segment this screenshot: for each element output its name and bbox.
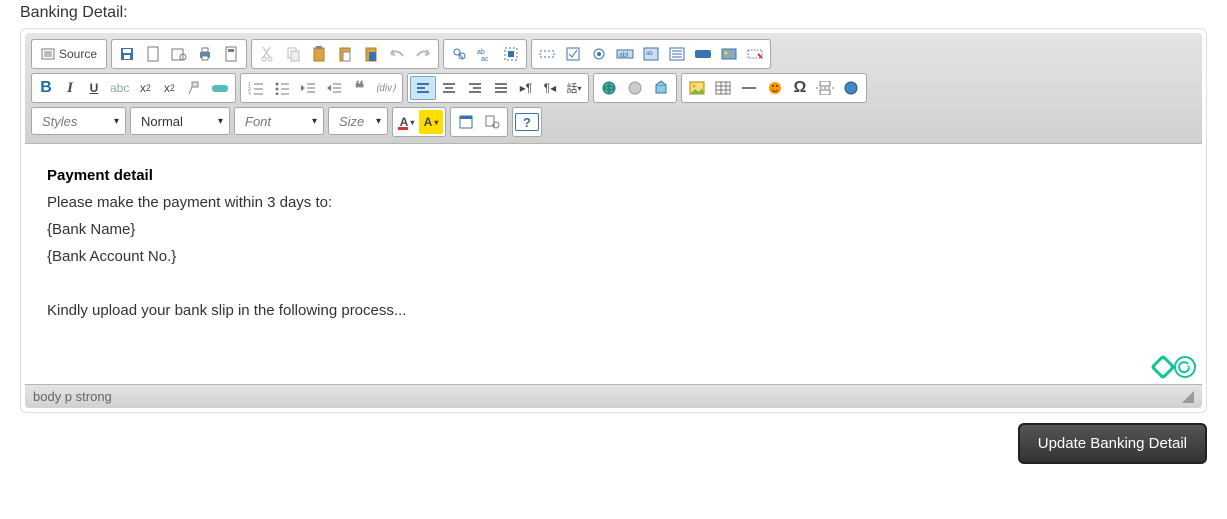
table-icon[interactable] [710,76,736,100]
source-label: Source [59,47,97,61]
select-all-icon[interactable] [498,42,524,66]
grammarly-widget[interactable] [1154,356,1196,378]
superscript-button[interactable]: x2 [157,76,181,100]
paste-text-icon[interactable] [332,42,358,66]
resize-grip[interactable] [1182,391,1194,403]
copy-format-icon[interactable] [181,76,207,100]
rich-text-editor: Source abac [20,28,1207,413]
content-line: Please make the payment within 3 days to… [47,189,1180,216]
text-color-button[interactable]: A▾ [395,110,419,134]
paste-word-icon[interactable] [358,42,384,66]
format-combo[interactable]: Normal▾ [130,107,230,135]
link-icon[interactable] [596,76,622,100]
toolbar: Source abac [25,33,1202,144]
iframe-icon[interactable] [838,76,864,100]
blockquote-icon[interactable]: ❝ [347,76,371,100]
ltr-icon[interactable]: ▸¶ [514,76,538,100]
hr-icon[interactable] [736,76,762,100]
select-field-icon[interactable] [664,42,690,66]
content-line: Kindly upload your bank slip in the foll… [47,297,1180,324]
rtl-icon[interactable]: ¶◂ [538,76,562,100]
image-icon[interactable] [684,76,710,100]
bg-color-button[interactable]: A▾ [419,110,443,134]
underline-button[interactable]: U [82,76,106,100]
textfield-icon[interactable]: abl [612,42,638,66]
pagebreak-icon[interactable] [812,76,838,100]
textarea-icon[interactable]: ab [638,42,664,66]
content-line: {Bank Name} [47,216,1180,243]
align-left-icon[interactable] [410,76,436,100]
outdent-icon[interactable] [295,76,321,100]
italic-button[interactable]: I [58,76,82,100]
new-page-icon[interactable] [140,42,166,66]
image-button-icon[interactable] [716,42,742,66]
field-label: Banking Detail: [20,4,1217,22]
about-icon[interactable]: ? [515,113,539,131]
print-icon[interactable] [192,42,218,66]
numbered-list-icon[interactable]: 123 [243,76,269,100]
replace-icon[interactable]: abac [472,42,498,66]
bullet-list-icon[interactable] [269,76,295,100]
indent-icon[interactable] [321,76,347,100]
undo-icon[interactable] [384,42,410,66]
status-bar: body p strong [25,384,1202,408]
anchor-icon[interactable] [648,76,674,100]
form-button-icon[interactable] [690,42,716,66]
preview-icon[interactable] [166,42,192,66]
grammarly-circle-icon [1174,356,1196,378]
unlink-icon[interactable] [622,76,648,100]
templates-icon[interactable] [218,42,244,66]
svg-text:abl: abl [619,52,629,59]
show-blocks-icon[interactable] [479,110,505,134]
maximize-icon[interactable] [453,110,479,134]
font-combo[interactable]: Font▾ [234,107,324,135]
cut-icon[interactable] [254,42,280,66]
source-button[interactable]: Source [34,42,104,66]
grammarly-diamond-icon [1150,354,1175,379]
subscript-button[interactable]: x2 [133,76,157,100]
bold-button[interactable]: B [34,76,58,100]
smiley-icon[interactable] [762,76,788,100]
svg-text:3: 3 [248,92,251,95]
checkbox-icon[interactable] [560,42,586,66]
svg-text:ab: ab [477,49,485,56]
radio-icon[interactable] [586,42,612,66]
svg-text:ab: ab [646,51,653,57]
svg-text:ac: ac [481,56,489,62]
content-line: {Bank Account No.} [47,243,1180,270]
form-icon[interactable] [534,42,560,66]
language-icon[interactable]: 話▾ [562,76,586,100]
align-center-icon[interactable] [436,76,462,100]
elements-path[interactable]: body p strong [33,389,112,404]
hidden-field-icon[interactable] [742,42,768,66]
size-combo[interactable]: Size▾ [328,107,388,135]
redo-icon[interactable] [410,42,436,66]
find-icon[interactable] [446,42,472,66]
align-right-icon[interactable] [462,76,488,100]
remove-format-icon[interactable] [207,76,233,100]
div-icon[interactable]: ⟨div⟩ [371,76,400,100]
special-char-icon[interactable]: Ω [788,76,812,100]
justify-icon[interactable] [488,76,514,100]
strike-button[interactable]: abc [106,76,133,100]
content-heading: Payment detail [47,167,153,184]
styles-combo[interactable]: Styles▾ [31,107,126,135]
paste-icon[interactable] [306,42,332,66]
copy-icon[interactable] [280,42,306,66]
update-banking-detail-button[interactable]: Update Banking Detail [1018,423,1207,464]
editor-content[interactable]: Payment detail Please make the payment w… [25,144,1202,384]
save-icon[interactable] [114,42,140,66]
